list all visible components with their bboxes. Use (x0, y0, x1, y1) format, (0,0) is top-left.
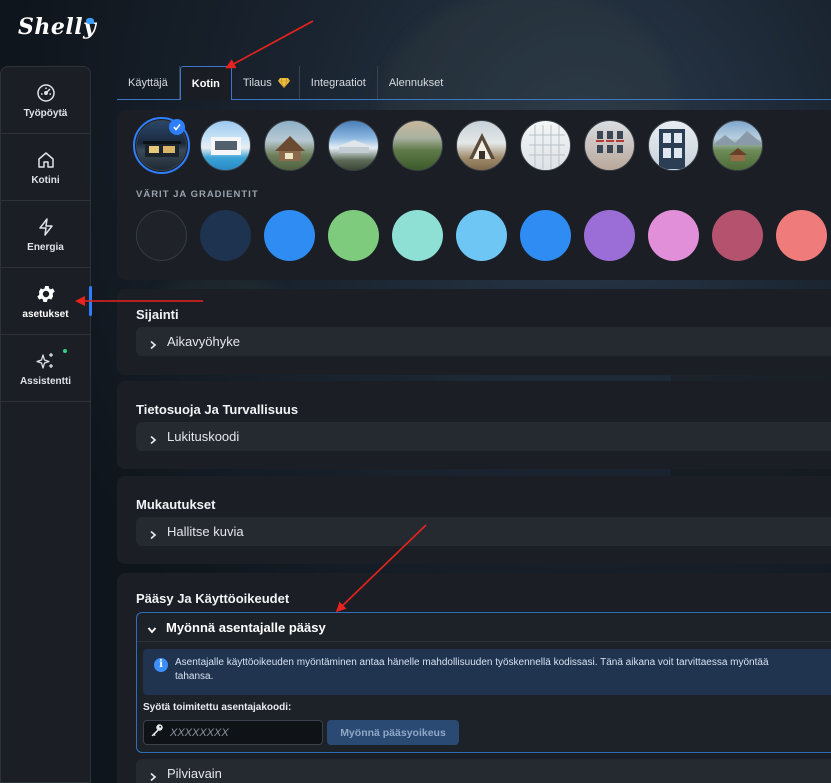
customizations-section: Mukautukset Hallitse kuvia (117, 476, 831, 564)
tab-label: Käyttäjä (128, 76, 168, 89)
info-text-line: tahansa. (175, 670, 214, 682)
section-title: Sijainti (136, 307, 179, 322)
thumbnail-blue-building[interactable] (648, 120, 699, 171)
lock-code-row[interactable]: Lukituskoodi (136, 422, 831, 451)
thumbnail-landscape-hills[interactable] (392, 120, 443, 171)
tab-kotin[interactable]: Kotin (179, 66, 232, 100)
manage-images-row[interactable]: Hallitse kuvia (136, 517, 831, 546)
color-swatch[interactable] (584, 210, 635, 261)
sidebar-item-tyopoyta[interactable]: Työpöytä (1, 67, 90, 134)
chevron-right-icon (148, 527, 158, 539)
installer-code-input[interactable] (170, 726, 310, 739)
cloud-key-row[interactable]: Pilviavain (136, 759, 831, 783)
sidebar-item-label: asetukset (22, 308, 69, 320)
access-section: Pääsy Ja Käyttöoikeudet Myönnä asentajal… (117, 573, 831, 783)
thumbnail-apartment-facade[interactable] (584, 120, 635, 171)
row-label: Aikavyöhyke (167, 334, 240, 349)
sidebar-item-label: Työpöytä (23, 107, 68, 119)
dashboard-icon (35, 82, 57, 104)
notification-dot (63, 349, 67, 353)
row-label: Hallitse kuvia (167, 524, 244, 539)
tab-label: Alennukset (388, 76, 444, 89)
key-icon (150, 723, 164, 742)
color-swatch[interactable] (648, 210, 699, 261)
thumbnail-white-building[interactable] (520, 120, 571, 171)
color-swatch[interactable] (264, 210, 315, 261)
image-thumbnails (133, 117, 763, 174)
chevron-right-icon (148, 432, 158, 444)
thumbnail-wooden-house[interactable] (264, 120, 315, 171)
color-swatch[interactable] (712, 210, 763, 261)
sidebar-item-kotini[interactable]: Kotini (1, 134, 90, 201)
info-text-line: Asentajalle käyttöoikeuden myöntäminen a… (175, 657, 769, 668)
color-swatch[interactable] (392, 210, 443, 261)
location-section: Sijainti Aikavyöhyke (117, 289, 831, 375)
sidebar-item-energia[interactable]: Energia (1, 201, 90, 268)
tab-label: Kotin (191, 77, 220, 90)
info-banner: i Asentajalle käyttöoikeuden myöntäminen… (143, 649, 831, 695)
section-title: Tietosuoja Ja Turvallisuus (136, 402, 299, 417)
section-title: Pääsy Ja Käyttöoikeudet (136, 591, 290, 606)
installer-code-label: Syötä toimitettu asentajakoodi: (143, 702, 292, 713)
tab-tilaus[interactable]: Tilaus (232, 66, 300, 99)
row-label: Lukituskoodi (167, 429, 240, 444)
home-icon (35, 149, 57, 171)
settings-tabs: Käyttäjä Kotin Tilaus Integraatiot Alenn… (117, 66, 831, 100)
sidebar: Työpöytä Kotini Energia asetukset Assist… (0, 66, 92, 783)
tab-integraatiot[interactable]: Integraatiot (300, 66, 378, 99)
installer-code-field[interactable] (143, 720, 323, 745)
color-swatch[interactable] (456, 210, 507, 261)
tab-alennukset[interactable]: Alennukset (378, 66, 454, 99)
sidebar-item-asetukset[interactable]: asetukset (1, 268, 92, 335)
tab-kayttaja[interactable]: Käyttäjä (117, 66, 180, 99)
chevron-right-icon (148, 769, 158, 781)
thumbnail-mountain-chalet[interactable] (712, 120, 763, 171)
privacy-section: Tietosuoja Ja Turvallisuus Lukituskoodi (117, 381, 831, 469)
sidebar-item-label: Energia (27, 241, 64, 253)
sidebar-item-label: Assistentti (19, 375, 72, 387)
tab-label: Integraatiot (310, 76, 366, 89)
gear-icon (35, 283, 57, 305)
selected-check-icon (169, 119, 185, 135)
installer-access-header[interactable]: Myönnä asentajalle pääsy (137, 613, 831, 642)
info-icon: i (154, 658, 168, 672)
shelly-logo: Shelly (18, 14, 97, 40)
annotation-arrow (225, 20, 314, 69)
sidebar-item-label: Kotini (31, 174, 60, 186)
background-gallery: VÄRIT JA GRADIENTIT (117, 110, 831, 280)
timezone-row[interactable]: Aikavyöhyke (136, 327, 831, 356)
sidebar-item-assistentti[interactable]: Assistentti (1, 335, 90, 402)
color-swatch[interactable] (520, 210, 571, 261)
diamond-icon (277, 77, 290, 88)
installer-access-panel: Myönnä asentajalle pääsy i Asentajalle k… (136, 612, 831, 753)
section-title: Mukautukset (136, 497, 216, 512)
thumbnail-villa-pool[interactable] (200, 120, 251, 171)
logo-dot (86, 18, 94, 24)
lightning-icon (35, 216, 57, 238)
sparkle-icon (35, 350, 57, 372)
chevron-right-icon (148, 337, 158, 349)
thumbnail-house-rooftop[interactable] (328, 120, 379, 171)
color-swatch[interactable] (776, 210, 827, 261)
color-swatch[interactable] (328, 210, 379, 261)
color-swatch[interactable] (136, 210, 187, 261)
color-swatches (136, 210, 827, 261)
thumbnail-a-frame-house[interactable] (456, 120, 507, 171)
colors-title: VÄRIT JA GRADIENTIT (136, 189, 259, 200)
color-swatch[interactable] (200, 210, 251, 261)
grant-access-button[interactable]: Myönnä pääsyoikeus (327, 720, 459, 745)
row-label: Pilviavain (167, 766, 222, 781)
active-indicator (89, 286, 92, 316)
chevron-down-icon (147, 622, 157, 634)
installer-access-label: Myönnä asentajalle pääsy (166, 619, 326, 635)
tab-label: Tilaus (242, 76, 272, 89)
